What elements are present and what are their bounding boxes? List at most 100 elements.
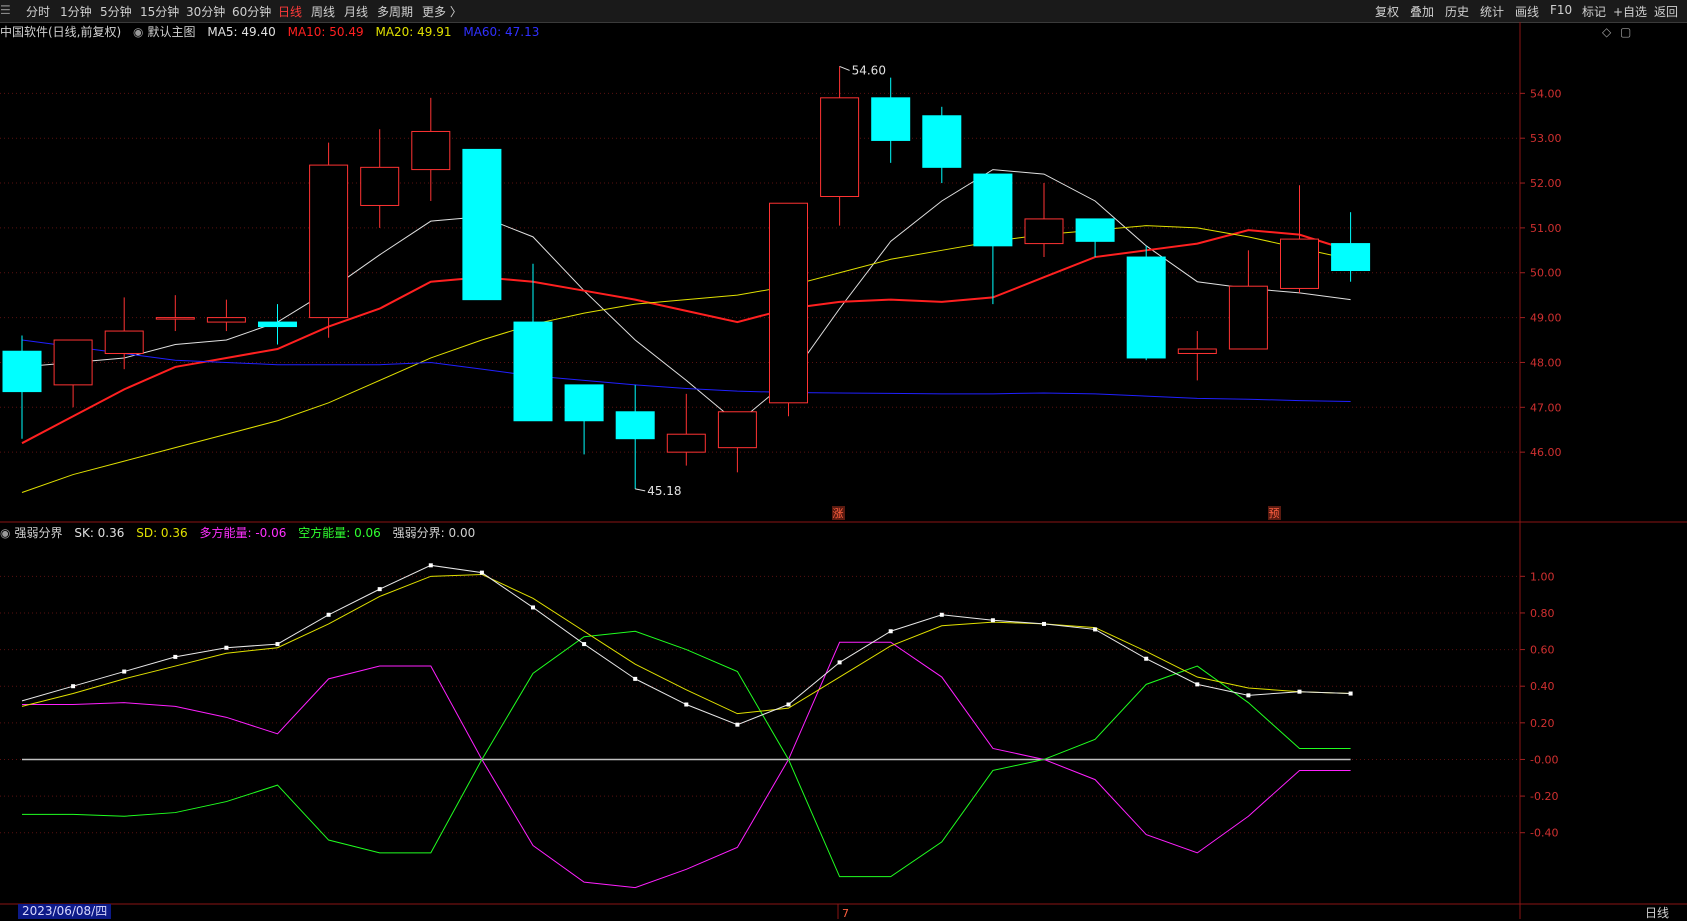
- candle: [666, 393, 706, 466]
- candle-body-up: [666, 433, 706, 453]
- candlestick-chart[interactable]: 54.00 53.00 52.00 51.00 50.00 49.00 48.00 47.00…: [0, 22, 1687, 523]
- indicator-tick-label: -0.20: [1530, 790, 1558, 803]
- candle: [1280, 185, 1319, 293]
- indicator-tick-label: 0.60: [1530, 644, 1555, 657]
- candle: [1177, 331, 1217, 381]
- sk-point: [377, 587, 382, 592]
- tab-1min[interactable]: 1分钟: [60, 3, 92, 20]
- candle: [411, 97, 451, 201]
- tab-weekly[interactable]: 周线: [311, 3, 335, 20]
- candle: [820, 66, 860, 226]
- tab-fenshi[interactable]: 分时: [26, 3, 50, 20]
- candle-body-down: [973, 173, 1013, 247]
- candle-body-down: [871, 97, 911, 141]
- candle-body-down: [2, 350, 42, 393]
- date-cursor-label: 2023/06/08/四: [18, 904, 112, 919]
- sk-point: [71, 684, 76, 689]
- candle: [258, 304, 297, 345]
- candle: [871, 77, 911, 163]
- sk-point: [1348, 691, 1353, 696]
- sd-line: [21, 573, 1351, 715]
- tab-multi-period[interactable]: 多周期: [377, 3, 413, 20]
- period-toolbar: ☰ 分时 1分钟 5分钟 15分钟 30分钟 60分钟 日线 周线 月线 多周期…: [0, 0, 1687, 23]
- sk-point: [122, 669, 127, 674]
- candle-body-up: [717, 411, 757, 449]
- candle-body-up: [53, 339, 93, 386]
- candle: [104, 297, 144, 370]
- sk-point: [224, 645, 229, 650]
- mark-button[interactable]: 标记: [1582, 3, 1606, 20]
- tab-60min[interactable]: 60分钟: [232, 3, 271, 20]
- sk-point: [428, 563, 433, 568]
- back-button[interactable]: 返回: [1654, 3, 1678, 20]
- sk-point: [939, 612, 944, 617]
- price-tick-label: 47.00: [1530, 401, 1562, 414]
- candle-body-up: [1177, 348, 1217, 354]
- history-button[interactable]: 历史: [1445, 3, 1469, 20]
- sk-point: [1093, 627, 1098, 632]
- candle: [53, 339, 93, 408]
- draw-line-button[interactable]: 画线: [1515, 3, 1539, 20]
- candle: [513, 263, 553, 422]
- candle-body-down: [1075, 218, 1115, 242]
- indicator-tick-label: 1.00: [1530, 570, 1555, 583]
- tab-15min[interactable]: 15分钟: [140, 3, 179, 20]
- toolbar-menu-icon[interactable]: ☰: [0, 3, 11, 17]
- candle-body-down: [1126, 256, 1166, 359]
- candle: [1228, 250, 1268, 350]
- sk-point: [990, 618, 995, 623]
- low-marker-arrow: [635, 488, 646, 492]
- candle-body-down: [513, 321, 553, 422]
- candle: [973, 173, 1013, 305]
- candle: [717, 411, 757, 473]
- low-price-label: 45.18: [647, 484, 681, 498]
- price-tick-label: 53.00: [1530, 132, 1562, 145]
- sk-line: [21, 564, 1351, 726]
- tab-daily[interactable]: 日线: [278, 3, 302, 20]
- high-marker-arrow: [839, 65, 850, 71]
- sk-point: [173, 654, 178, 659]
- add-favorite-button[interactable]: +自选: [1613, 3, 1647, 20]
- diamond-icon: ◇: [1602, 25, 1612, 39]
- panel-toggle-icon: ▢: [1620, 25, 1631, 39]
- candle: [1331, 212, 1371, 282]
- candle-body-up: [1024, 218, 1064, 245]
- sk-point: [684, 702, 689, 707]
- candle: [155, 295, 195, 332]
- sk-point: [582, 642, 587, 647]
- month-label: 7: [842, 907, 849, 919]
- indicator-tick-label: 0.80: [1530, 607, 1555, 620]
- indicator-tick-label: -0.40: [1530, 827, 1558, 840]
- sk-point: [1144, 656, 1149, 661]
- candle-body-up: [1280, 238, 1319, 289]
- indicator-tick-label: 0.20: [1530, 717, 1555, 730]
- statistics-button[interactable]: 统计: [1480, 3, 1504, 20]
- candle-body-down: [258, 321, 297, 328]
- tab-monthly[interactable]: 月线: [344, 3, 368, 20]
- tab-5min[interactable]: 5分钟: [100, 3, 132, 20]
- high-price-label: 54.60: [852, 63, 886, 77]
- tab-more[interactable]: 更多 〉: [422, 3, 462, 20]
- tab-30min[interactable]: 30分钟: [186, 3, 225, 20]
- price-tick-label: 50.00: [1530, 267, 1562, 280]
- candle: [769, 202, 808, 417]
- sk-point: [786, 702, 791, 707]
- fuquan-button[interactable]: 复权: [1375, 3, 1399, 20]
- price-tick-label: 49.00: [1530, 312, 1562, 325]
- overlay-button[interactable]: 叠加: [1410, 3, 1434, 20]
- sk-point: [837, 660, 842, 665]
- candle-body-up: [820, 97, 860, 197]
- candle: [922, 106, 962, 184]
- candle-body-down: [922, 115, 962, 168]
- f10-button[interactable]: F10: [1550, 3, 1572, 17]
- sk-point: [735, 722, 740, 727]
- long-energy-line: [22, 641, 1351, 889]
- price-tick-label: 54.00: [1530, 87, 1562, 100]
- candle-body-up: [769, 202, 808, 404]
- candle-body-up: [1228, 285, 1268, 350]
- candle-body-up: [155, 317, 195, 320]
- indicator-chart[interactable]: 7 1.00 0.80 0.60 0.40 0.20 -0.00 -0.20 -0.40: [0, 523, 1687, 919]
- price-tick-label: 52.00: [1530, 177, 1562, 190]
- candle: [1126, 245, 1166, 361]
- candle-body-up: [104, 330, 144, 354]
